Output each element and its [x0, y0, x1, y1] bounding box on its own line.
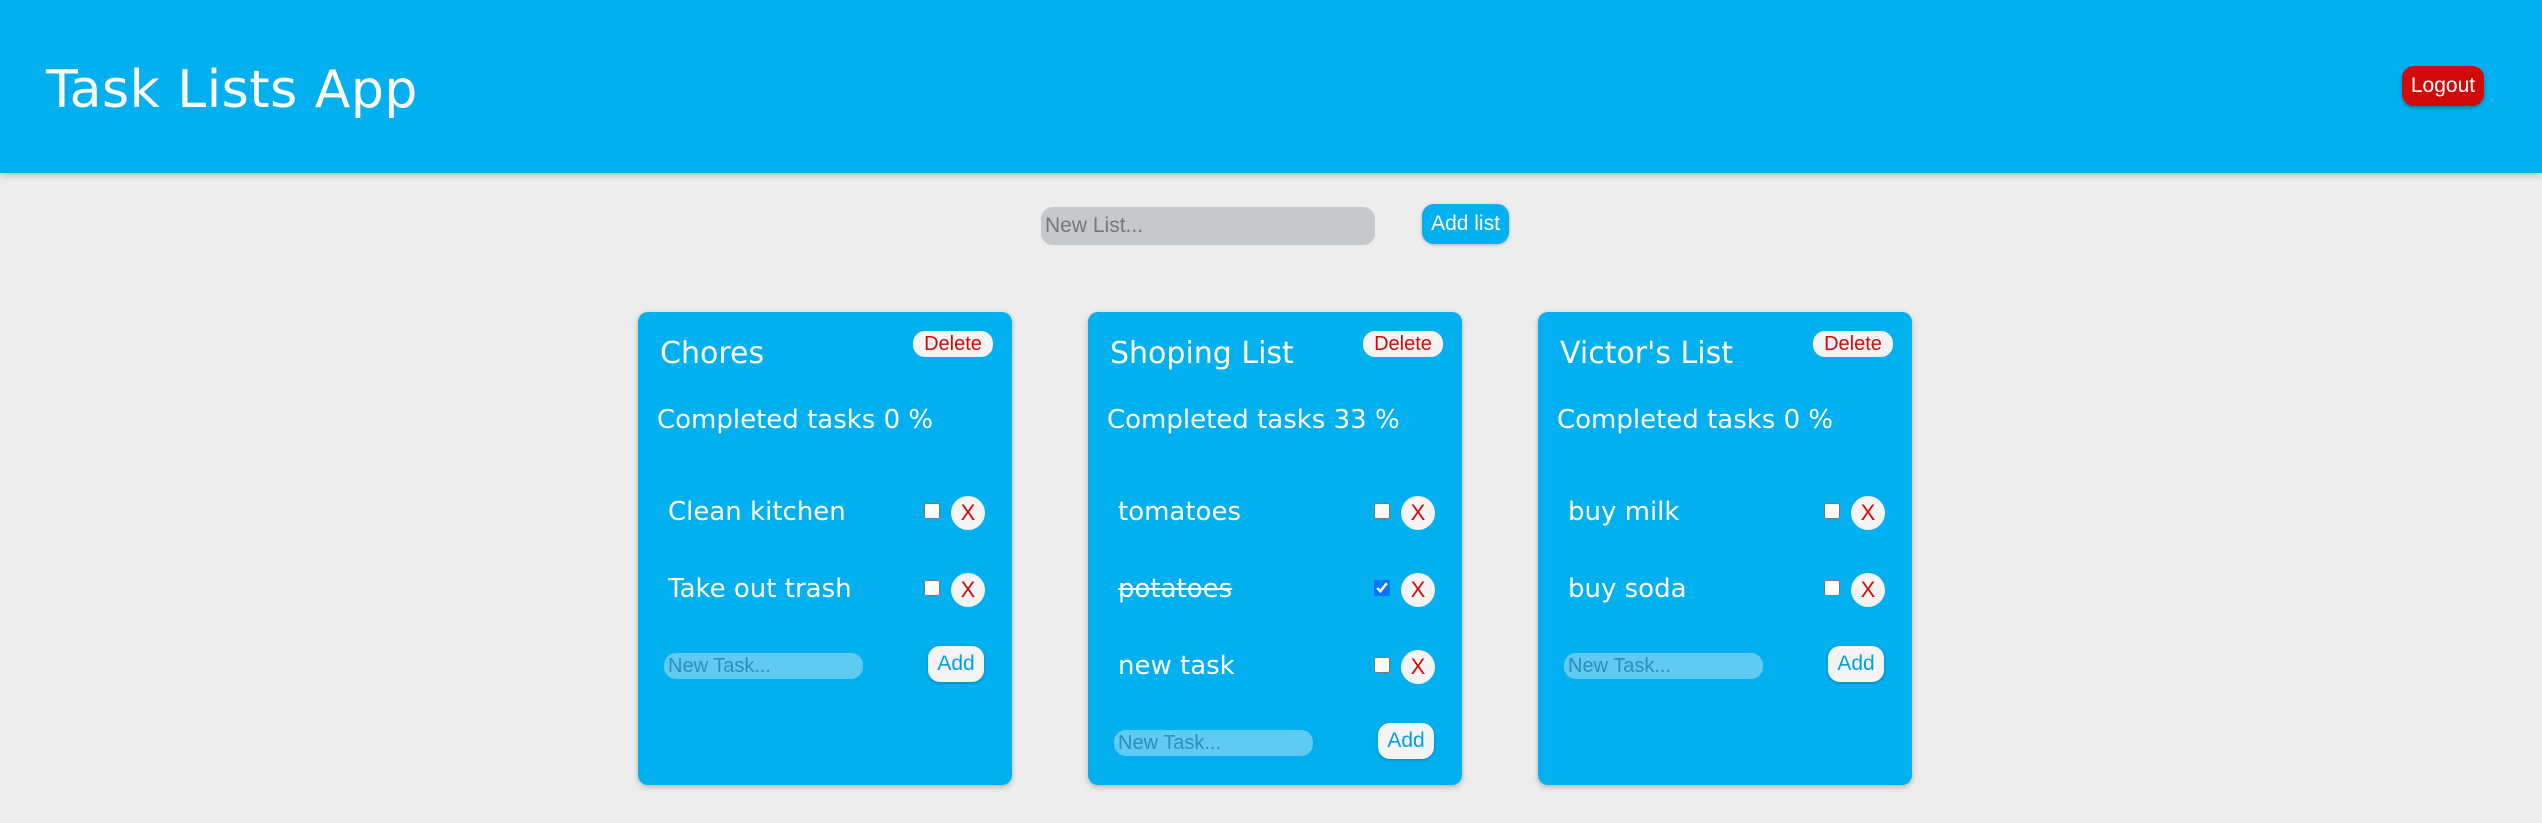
- task-item: Clean kitchen X: [638, 492, 1012, 532]
- new-task-input[interactable]: [664, 653, 863, 679]
- task-checkbox[interactable]: [1824, 503, 1840, 519]
- list-title: Chores: [660, 336, 765, 371]
- task-item: buy soda X: [1538, 569, 1912, 609]
- delete-task-button[interactable]: X: [951, 496, 985, 530]
- task-item: Take out trash X: [638, 569, 1012, 609]
- app-title: Task Lists App: [46, 60, 418, 120]
- task-checkbox[interactable]: [1374, 657, 1390, 673]
- task-checkbox[interactable]: [924, 503, 940, 519]
- new-task-input[interactable]: [1564, 653, 1763, 679]
- delete-task-button[interactable]: X: [1401, 573, 1435, 607]
- delete-list-button[interactable]: Delete: [1363, 331, 1443, 357]
- list-title: Shoping List: [1110, 336, 1294, 371]
- completion-progress: Completed tasks 0 %: [657, 405, 934, 435]
- task-label: new task: [1118, 651, 1235, 681]
- task-item: potatoes X: [1088, 569, 1462, 609]
- task-label: tomatoes: [1118, 497, 1242, 527]
- new-task-input[interactable]: [1114, 730, 1313, 756]
- delete-list-button[interactable]: Delete: [913, 331, 993, 357]
- task-checkbox[interactable]: [924, 580, 940, 596]
- add-task-button[interactable]: Add: [928, 646, 984, 682]
- task-list-card: Shoping List Delete Completed tasks 33 %…: [1088, 312, 1462, 785]
- task-item: new task X: [1088, 646, 1462, 686]
- delete-task-button[interactable]: X: [1401, 496, 1435, 530]
- add-list-button[interactable]: Add list: [1422, 204, 1509, 244]
- delete-task-button[interactable]: X: [1851, 573, 1885, 607]
- task-checkbox[interactable]: [1824, 580, 1840, 596]
- logout-button[interactable]: Logout: [2402, 66, 2484, 106]
- task-label: buy milk: [1568, 497, 1680, 527]
- delete-task-button[interactable]: X: [1851, 496, 1885, 530]
- task-checkbox[interactable]: [1374, 580, 1390, 596]
- add-task-button[interactable]: Add: [1828, 646, 1884, 682]
- task-item: buy milk X: [1538, 492, 1912, 532]
- app-header: Task Lists App Logout: [0, 0, 2542, 173]
- delete-task-button[interactable]: X: [951, 573, 985, 607]
- new-list-input[interactable]: [1041, 207, 1375, 245]
- add-task-button[interactable]: Add: [1378, 723, 1434, 759]
- delete-task-button[interactable]: X: [1401, 650, 1435, 684]
- task-checkbox[interactable]: [1374, 503, 1390, 519]
- delete-list-button[interactable]: Delete: [1813, 331, 1893, 357]
- completion-progress: Completed tasks 0 %: [1557, 405, 1834, 435]
- completion-progress: Completed tasks 33 %: [1107, 405, 1400, 435]
- task-list-card: Victor's List Delete Completed tasks 0 %…: [1538, 312, 1912, 785]
- task-item: tomatoes X: [1088, 492, 1462, 532]
- task-label: buy soda: [1568, 574, 1687, 604]
- list-title: Victor's List: [1560, 336, 1733, 371]
- task-list-card: Chores Delete Completed tasks 0 % Clean …: [638, 312, 1012, 785]
- task-label: Clean kitchen: [668, 497, 846, 527]
- task-label: potatoes: [1118, 574, 1233, 604]
- task-label: Take out trash: [668, 574, 852, 604]
